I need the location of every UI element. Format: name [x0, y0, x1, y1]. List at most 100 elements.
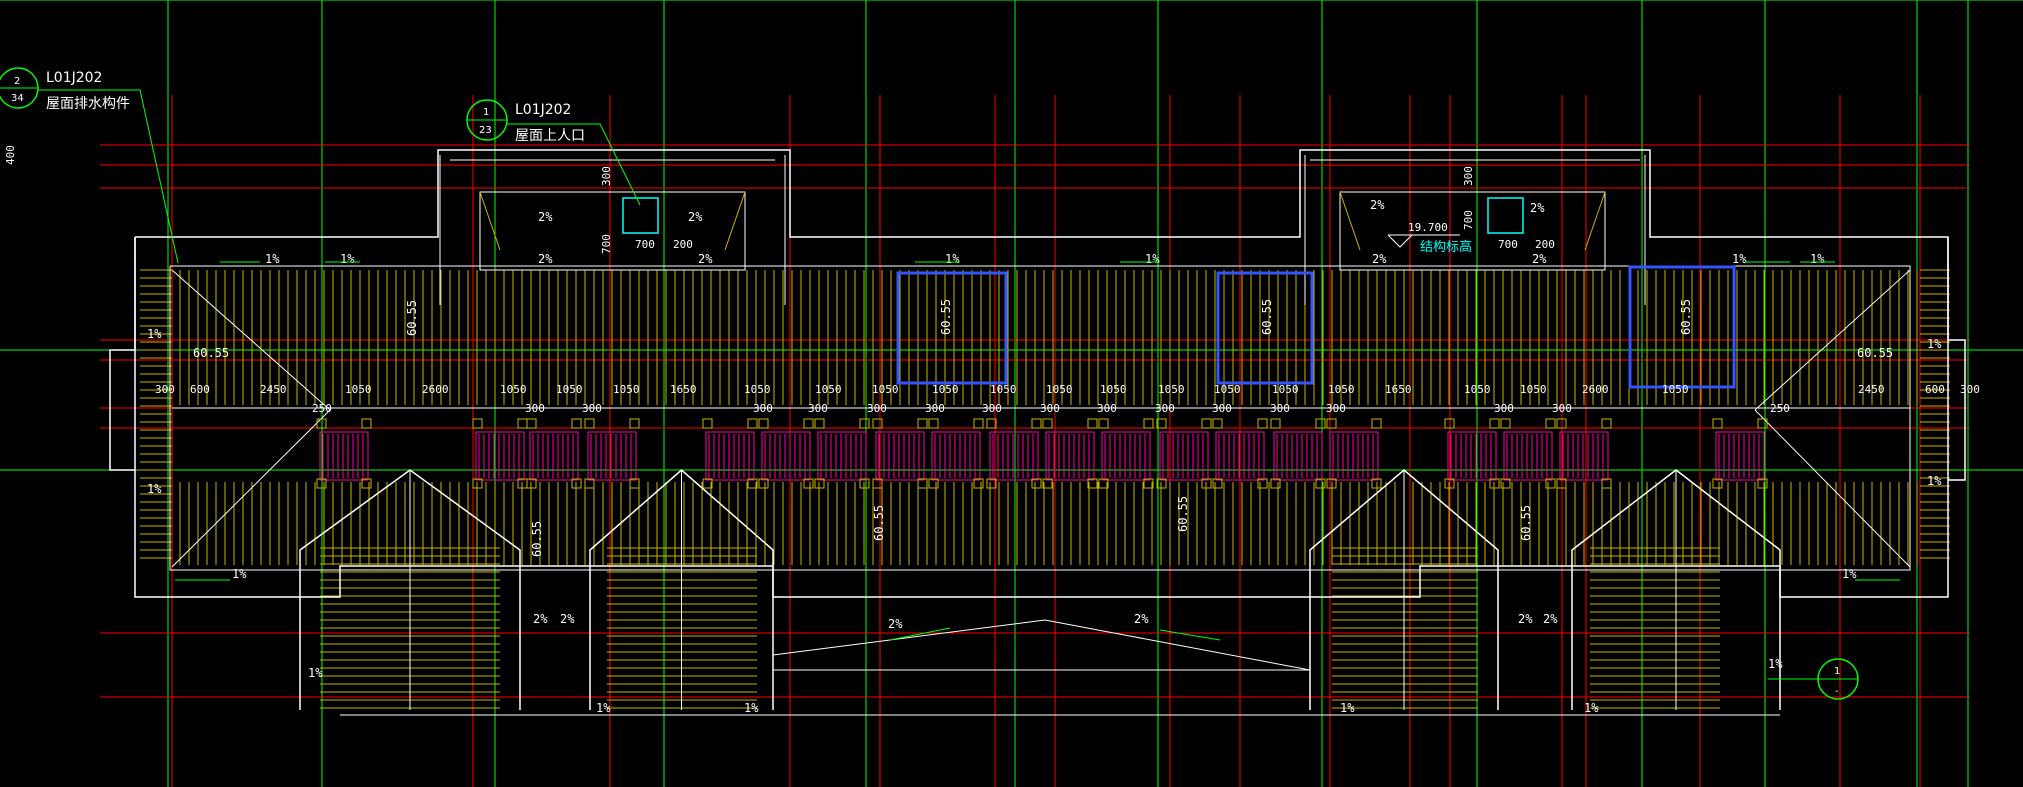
vent-tab [584, 418, 595, 429]
dimension-text: 300 [753, 402, 773, 415]
dimension-text: 2450 [260, 383, 287, 396]
dimension-text: 300 [982, 402, 1002, 415]
vent-tab [1371, 418, 1382, 429]
slope-label: 1% [1810, 252, 1825, 266]
vent-tab [1545, 418, 1556, 429]
callout-1-number: 2 [14, 76, 20, 87]
hatch-edge [479, 191, 501, 251]
slope-label: 2% [1543, 612, 1558, 626]
vent-tab [1270, 418, 1281, 429]
slope-label: 1% [340, 252, 355, 266]
callout-1-code: L01J202 [46, 70, 102, 86]
dimension-text: 300 [1040, 402, 1060, 415]
slope-label: 1% [1732, 252, 1747, 266]
vent-box [817, 431, 867, 481]
slope-label: 1% [1927, 337, 1942, 351]
dimension-text: 300 [867, 402, 887, 415]
cad-viewport[interactable]: 300 600 2450 1050 2600 1050 1050 1050 1650 1050 10… [0, 0, 2023, 787]
hip-line [1754, 409, 1911, 568]
vent-tab [472, 418, 483, 429]
access-hatch-right [1487, 197, 1524, 234]
pitch-label: 60.55 [193, 346, 229, 360]
vent-box [1715, 431, 1765, 481]
vent-tab [361, 418, 372, 429]
slope-label: 1% [1768, 657, 1783, 671]
dimension-text: 700 [1462, 210, 1475, 230]
dimension-text: 250 [312, 402, 332, 415]
vent-tab [1489, 418, 1500, 429]
dimension-text: 1050 [613, 383, 640, 396]
callout-2-number: 1 [483, 107, 489, 118]
vent-tab [1500, 418, 1511, 429]
vent-box [875, 431, 925, 481]
vent-tab [1031, 418, 1042, 429]
slope-label: 2% [538, 210, 553, 224]
vent-box [319, 431, 369, 481]
dimension-text: 700 [635, 238, 655, 251]
slope-label: 2% [1530, 201, 1545, 215]
pitch-label: 60.55 [1260, 299, 1274, 335]
vent-tab [1143, 418, 1154, 429]
slope-label: 2% [560, 612, 575, 626]
vent-box [1447, 431, 1497, 481]
hatch-edge [724, 191, 746, 251]
slope-label: 1% [147, 482, 162, 496]
vent-tab [1601, 418, 1612, 429]
vent-box [761, 431, 811, 481]
slope-label: 1% [232, 567, 247, 581]
dimension-text: 2600 [422, 383, 449, 396]
red-axis-lines [100, 95, 1970, 787]
dimension-text: 200 [673, 238, 693, 251]
vent-box [1329, 431, 1379, 481]
callout-roof-access[interactable]: 1 23 L01J202 屋面上人口 [466, 99, 641, 206]
callout-2-sheet: 23 [479, 125, 492, 136]
vent-tab [872, 418, 883, 429]
dimension-text: 1050 [815, 383, 842, 396]
vent-tab [629, 418, 640, 429]
dimension-text: 300 [525, 402, 545, 415]
slope-label: 2% [888, 617, 903, 631]
slope-label: 2% [533, 612, 548, 626]
vent-tab [1087, 418, 1098, 429]
slope-label: 1% [1927, 474, 1942, 488]
blue-openings [896, 265, 1736, 389]
gable-line [772, 619, 1311, 671]
slope-label: 1% [1145, 252, 1160, 266]
vent-tab [814, 418, 825, 429]
dimension-text: 200 [1535, 238, 1555, 251]
vent-tab [973, 418, 984, 429]
dimension-text: 300 [925, 402, 945, 415]
vent-tab [1042, 418, 1053, 429]
vent-tab [526, 418, 537, 429]
slope-label: 1% [147, 327, 162, 341]
dimension-text: 600 [190, 383, 210, 396]
slope-label: 1% [265, 252, 280, 266]
pitch-label: 60.55 [1519, 505, 1533, 541]
pitch-label: 60.55 [939, 299, 953, 335]
slope-label: 1% [1842, 567, 1857, 581]
dimension-text: 300 [582, 402, 602, 415]
slope-arrow [1159, 629, 1221, 641]
vent-tab [702, 418, 713, 429]
dimension-text: 300 [1155, 402, 1175, 415]
roof-plan-drawing[interactable]: 300 600 2450 1050 2600 1050 1050 1050 1650 1050 10… [0, 0, 2023, 787]
pitch-label: 60.55 [530, 521, 544, 557]
slope-label: 2% [698, 252, 713, 266]
dimension-text: 1050 [1272, 383, 1299, 396]
roof-outline-left [109, 237, 136, 471]
vent-box [529, 431, 579, 481]
slope-label: 1% [1340, 701, 1355, 715]
dimension-text: 300 [155, 383, 175, 396]
dimension-text: 600 [1925, 383, 1945, 396]
vent-box [931, 431, 981, 481]
vent-tab [1098, 418, 1109, 429]
dimension-text: 300 [1494, 402, 1514, 415]
vent-tab [758, 418, 769, 429]
slope-label: 2% [1532, 252, 1547, 266]
callout-2-label: 屋面上人口 [515, 128, 585, 144]
dimension-text: 700 [1498, 238, 1518, 251]
vent-box [989, 431, 1039, 481]
slope-label: 2% [1134, 612, 1149, 626]
dimension-text: 2450 [1858, 383, 1885, 396]
slope-label: 1% [308, 666, 323, 680]
